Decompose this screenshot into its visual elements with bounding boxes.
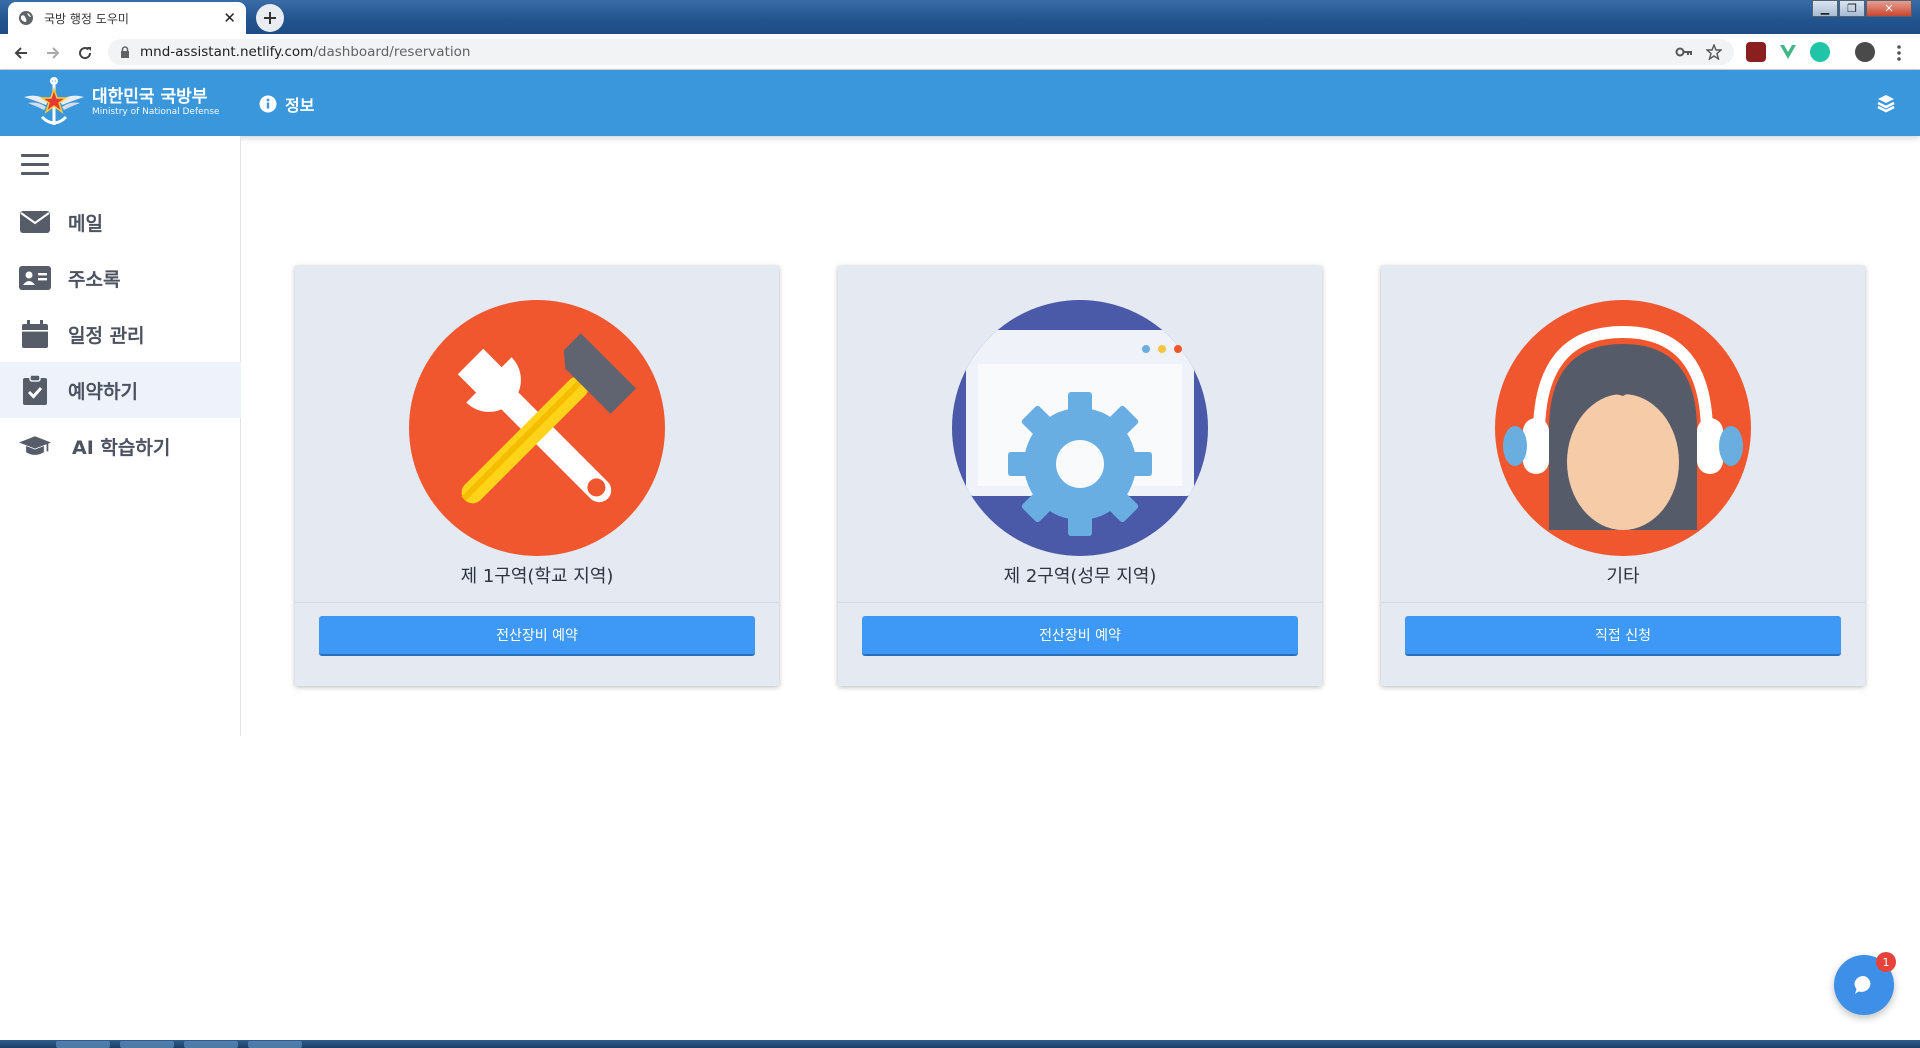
card-divider	[295, 602, 779, 603]
more-vertical-icon	[1897, 45, 1901, 61]
direct-apply-button[interactable]: 직접 신청	[1405, 616, 1841, 656]
m-extension-icon[interactable]	[1810, 42, 1830, 62]
gear-window-icon	[952, 300, 1208, 556]
sidebar-item-label: 예약하기	[68, 380, 138, 403]
url-text: mnd-assistant.netlify.com/dashboard/rese…	[140, 44, 470, 60]
sidebar-item-schedule[interactable]: 일정 관리	[0, 306, 241, 362]
lock-icon	[121, 46, 129, 58]
os-taskbar	[0, 1040, 1920, 1048]
key-icon[interactable]	[1675, 44, 1693, 60]
url-path: /dashboard/reservation	[313, 44, 471, 60]
card-divider	[838, 602, 1322, 603]
sidebar-item-mail[interactable]: 메일	[0, 194, 241, 250]
reserve-equipment-button[interactable]: 전산장비 예약	[319, 616, 755, 656]
reserve-equipment-button[interactable]: 전산장비 예약	[862, 616, 1298, 656]
vue-extension-icon[interactable]	[1778, 42, 1798, 62]
arrow-left-icon	[14, 47, 27, 59]
reload-button[interactable]	[74, 42, 96, 64]
profile-avatar[interactable]	[1855, 42, 1875, 62]
info-circle-icon	[259, 95, 277, 113]
taskbar-item[interactable]	[120, 1041, 174, 1048]
forward-button[interactable]	[42, 42, 64, 64]
address-card-icon	[19, 266, 51, 290]
envelope-icon	[19, 211, 51, 233]
tab-close-icon[interactable]: ✕	[223, 9, 236, 27]
card-title: 제 1구역(학교 지역)	[460, 566, 614, 587]
card-divider	[1381, 602, 1865, 603]
plus-icon	[264, 12, 276, 24]
browser-tab[interactable]: 국방 행정 도우미 ✕	[8, 2, 246, 34]
brand-logo[interactable]: 대한민국 국방부 Ministry of National Defense	[22, 75, 220, 131]
info-link[interactable]: 정보	[259, 92, 314, 116]
brand-subtitle: Ministry of National Defense	[92, 107, 220, 117]
sidebar: 메일 주소록 일정 관리 예약하기 AI 학습하기	[0, 136, 241, 736]
sidebar-item-label: 일정 관리	[68, 324, 145, 347]
zone-2-card: 제 2구역(성무 지역) 전산장비 예약	[838, 266, 1322, 686]
graduation-cap-icon	[19, 434, 51, 458]
layers-button[interactable]	[1876, 93, 1896, 117]
zone-1-card: 제 1구역(학교 지역) 전산장비 예약	[295, 266, 779, 686]
headset-user-icon	[1495, 300, 1751, 556]
sidebar-item-label: 메일	[68, 212, 103, 235]
card-title: 기타	[1606, 566, 1640, 587]
clipboard-check-icon	[19, 375, 51, 405]
window-close-button[interactable]: ✕	[1866, 0, 1912, 17]
taskbar-item[interactable]	[184, 1041, 238, 1048]
maximize-button[interactable]: ❐	[1839, 0, 1865, 17]
sidebar-item-label: 주소록	[68, 268, 121, 291]
reload-icon	[79, 47, 92, 60]
back-button[interactable]	[10, 42, 32, 64]
sidebar-item-ai-learning[interactable]: AI 학습하기	[0, 418, 241, 474]
brand-title: 대한민국 국방부	[92, 87, 208, 107]
app-header: 대한민국 국방부 Ministry of National Defense 정보	[0, 70, 1920, 136]
card-title: 제 2구역(성무 지역)	[1003, 566, 1157, 587]
window-controls: ▁ ❐ ✕	[1811, 0, 1912, 17]
chat-notification-badge: 1	[1876, 952, 1896, 972]
other-card: 기타 직접 신청	[1381, 266, 1865, 686]
url-host: mnd-assistant.netlify.com	[140, 44, 314, 60]
hammer-wrench-icon	[409, 300, 665, 556]
ublock-extension-icon[interactable]	[1746, 42, 1766, 62]
minimize-button[interactable]: ▁	[1812, 0, 1838, 17]
taskbar-item[interactable]	[248, 1041, 302, 1048]
info-label: 정보	[285, 96, 315, 115]
mnd-emblem-icon	[24, 77, 84, 125]
sidebar-item-label: AI 학습하기	[72, 436, 171, 459]
calendar-icon	[19, 320, 51, 348]
taskbar-item[interactable]	[56, 1041, 110, 1048]
hamburger-menu-icon[interactable]	[21, 154, 49, 176]
address-bar: mnd-assistant.netlify.com/dashboard/rese…	[0, 34, 1920, 70]
new-tab-button[interactable]	[256, 4, 284, 32]
browser-tab-strip: 국방 행정 도우미 ✕ ▁ ❐ ✕	[0, 0, 1920, 34]
globe-icon	[19, 11, 33, 25]
browser-menu-button[interactable]	[1888, 42, 1910, 64]
star-icon[interactable]	[1706, 44, 1722, 60]
sidebar-item-addressbook[interactable]: 주소록	[0, 250, 241, 306]
sidebar-item-reservation[interactable]: 예약하기	[0, 362, 241, 418]
layers-icon	[1877, 95, 1895, 113]
tab-title: 국방 행정 도우미	[44, 11, 129, 26]
arrow-right-icon	[47, 47, 60, 59]
chat-bubble-icon	[1854, 975, 1871, 994]
url-bar[interactable]: mnd-assistant.netlify.com/dashboard/rese…	[108, 39, 1734, 65]
